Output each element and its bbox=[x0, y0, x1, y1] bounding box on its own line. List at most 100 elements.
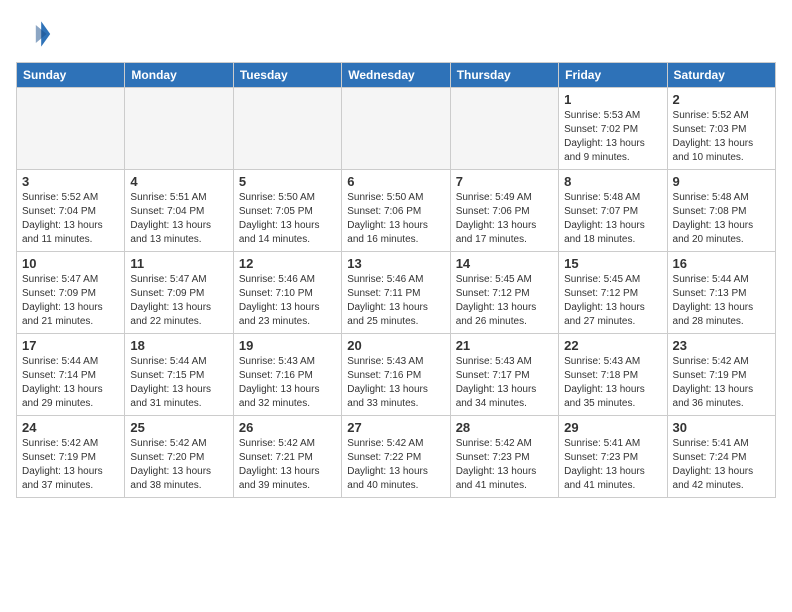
day-info: Sunrise: 5:52 AM Sunset: 7:03 PM Dayligh… bbox=[673, 109, 770, 165]
weekday-header-thursday: Thursday bbox=[450, 63, 558, 88]
weekday-header-monday: Monday bbox=[125, 63, 233, 88]
day-info: Sunrise: 5:51 AM Sunset: 7:04 PM Dayligh… bbox=[130, 191, 227, 247]
day-number: 29 bbox=[564, 420, 661, 435]
weekday-header-sunday: Sunday bbox=[17, 63, 125, 88]
calendar-cell: 7 Sunrise: 5:49 AM Sunset: 7:06 PM Dayli… bbox=[450, 170, 558, 252]
calendar-cell: 4 Sunrise: 5:51 AM Sunset: 7:04 PM Dayli… bbox=[125, 170, 233, 252]
calendar-cell: 1 Sunrise: 5:53 AM Sunset: 7:02 PM Dayli… bbox=[559, 88, 667, 170]
logo bbox=[16, 16, 56, 52]
day-number: 15 bbox=[564, 256, 661, 271]
calendar-cell: 8 Sunrise: 5:48 AM Sunset: 7:07 PM Dayli… bbox=[559, 170, 667, 252]
day-info: Sunrise: 5:48 AM Sunset: 7:07 PM Dayligh… bbox=[564, 191, 661, 247]
calendar-cell: 13 Sunrise: 5:46 AM Sunset: 7:11 PM Dayl… bbox=[342, 252, 450, 334]
day-info: Sunrise: 5:41 AM Sunset: 7:23 PM Dayligh… bbox=[564, 437, 661, 493]
day-info: Sunrise: 5:46 AM Sunset: 7:10 PM Dayligh… bbox=[239, 273, 336, 329]
day-info: Sunrise: 5:44 AM Sunset: 7:13 PM Dayligh… bbox=[673, 273, 770, 329]
day-number: 12 bbox=[239, 256, 336, 271]
day-info: Sunrise: 5:41 AM Sunset: 7:24 PM Dayligh… bbox=[673, 437, 770, 493]
calendar-cell: 14 Sunrise: 5:45 AM Sunset: 7:12 PM Dayl… bbox=[450, 252, 558, 334]
day-number: 11 bbox=[130, 256, 227, 271]
calendar-cell: 26 Sunrise: 5:42 AM Sunset: 7:21 PM Dayl… bbox=[233, 416, 341, 498]
calendar-cell: 22 Sunrise: 5:43 AM Sunset: 7:18 PM Dayl… bbox=[559, 334, 667, 416]
day-number: 8 bbox=[564, 174, 661, 189]
calendar-cell bbox=[450, 88, 558, 170]
day-info: Sunrise: 5:42 AM Sunset: 7:19 PM Dayligh… bbox=[22, 437, 119, 493]
day-number: 9 bbox=[673, 174, 770, 189]
day-info: Sunrise: 5:47 AM Sunset: 7:09 PM Dayligh… bbox=[22, 273, 119, 329]
day-info: Sunrise: 5:48 AM Sunset: 7:08 PM Dayligh… bbox=[673, 191, 770, 247]
calendar-cell: 3 Sunrise: 5:52 AM Sunset: 7:04 PM Dayli… bbox=[17, 170, 125, 252]
day-number: 23 bbox=[673, 338, 770, 353]
day-info: Sunrise: 5:42 AM Sunset: 7:21 PM Dayligh… bbox=[239, 437, 336, 493]
calendar-cell: 28 Sunrise: 5:42 AM Sunset: 7:23 PM Dayl… bbox=[450, 416, 558, 498]
calendar-cell bbox=[125, 88, 233, 170]
day-info: Sunrise: 5:49 AM Sunset: 7:06 PM Dayligh… bbox=[456, 191, 553, 247]
calendar-cell: 12 Sunrise: 5:46 AM Sunset: 7:10 PM Dayl… bbox=[233, 252, 341, 334]
day-number: 13 bbox=[347, 256, 444, 271]
calendar-cell: 15 Sunrise: 5:45 AM Sunset: 7:12 PM Dayl… bbox=[559, 252, 667, 334]
day-number: 20 bbox=[347, 338, 444, 353]
day-info: Sunrise: 5:42 AM Sunset: 7:19 PM Dayligh… bbox=[673, 355, 770, 411]
calendar-cell bbox=[17, 88, 125, 170]
day-number: 30 bbox=[673, 420, 770, 435]
calendar-table: SundayMondayTuesdayWednesdayThursdayFrid… bbox=[16, 62, 776, 498]
calendar-cell: 27 Sunrise: 5:42 AM Sunset: 7:22 PM Dayl… bbox=[342, 416, 450, 498]
calendar-cell: 17 Sunrise: 5:44 AM Sunset: 7:14 PM Dayl… bbox=[17, 334, 125, 416]
calendar-week-4: 17 Sunrise: 5:44 AM Sunset: 7:14 PM Dayl… bbox=[17, 334, 776, 416]
calendar-cell: 23 Sunrise: 5:42 AM Sunset: 7:19 PM Dayl… bbox=[667, 334, 775, 416]
day-info: Sunrise: 5:43 AM Sunset: 7:16 PM Dayligh… bbox=[239, 355, 336, 411]
day-number: 28 bbox=[456, 420, 553, 435]
day-info: Sunrise: 5:45 AM Sunset: 7:12 PM Dayligh… bbox=[564, 273, 661, 329]
calendar-cell: 29 Sunrise: 5:41 AM Sunset: 7:23 PM Dayl… bbox=[559, 416, 667, 498]
calendar-cell: 20 Sunrise: 5:43 AM Sunset: 7:16 PM Dayl… bbox=[342, 334, 450, 416]
day-info: Sunrise: 5:43 AM Sunset: 7:16 PM Dayligh… bbox=[347, 355, 444, 411]
weekday-header-tuesday: Tuesday bbox=[233, 63, 341, 88]
weekday-header-wednesday: Wednesday bbox=[342, 63, 450, 88]
calendar-week-3: 10 Sunrise: 5:47 AM Sunset: 7:09 PM Dayl… bbox=[17, 252, 776, 334]
day-info: Sunrise: 5:42 AM Sunset: 7:20 PM Dayligh… bbox=[130, 437, 227, 493]
calendar-cell: 16 Sunrise: 5:44 AM Sunset: 7:13 PM Dayl… bbox=[667, 252, 775, 334]
calendar-cell: 18 Sunrise: 5:44 AM Sunset: 7:15 PM Dayl… bbox=[125, 334, 233, 416]
calendar-week-5: 24 Sunrise: 5:42 AM Sunset: 7:19 PM Dayl… bbox=[17, 416, 776, 498]
calendar-cell bbox=[233, 88, 341, 170]
day-info: Sunrise: 5:46 AM Sunset: 7:11 PM Dayligh… bbox=[347, 273, 444, 329]
day-number: 18 bbox=[130, 338, 227, 353]
day-number: 1 bbox=[564, 92, 661, 107]
day-number: 6 bbox=[347, 174, 444, 189]
calendar-cell: 11 Sunrise: 5:47 AM Sunset: 7:09 PM Dayl… bbox=[125, 252, 233, 334]
calendar-cell: 10 Sunrise: 5:47 AM Sunset: 7:09 PM Dayl… bbox=[17, 252, 125, 334]
calendar-cell: 24 Sunrise: 5:42 AM Sunset: 7:19 PM Dayl… bbox=[17, 416, 125, 498]
day-number: 25 bbox=[130, 420, 227, 435]
day-info: Sunrise: 5:44 AM Sunset: 7:14 PM Dayligh… bbox=[22, 355, 119, 411]
day-number: 16 bbox=[673, 256, 770, 271]
day-number: 22 bbox=[564, 338, 661, 353]
calendar-cell: 2 Sunrise: 5:52 AM Sunset: 7:03 PM Dayli… bbox=[667, 88, 775, 170]
day-number: 5 bbox=[239, 174, 336, 189]
logo-icon bbox=[16, 16, 52, 52]
day-number: 3 bbox=[22, 174, 119, 189]
day-info: Sunrise: 5:50 AM Sunset: 7:06 PM Dayligh… bbox=[347, 191, 444, 247]
day-number: 21 bbox=[456, 338, 553, 353]
day-number: 14 bbox=[456, 256, 553, 271]
day-number: 7 bbox=[456, 174, 553, 189]
day-info: Sunrise: 5:53 AM Sunset: 7:02 PM Dayligh… bbox=[564, 109, 661, 165]
day-number: 24 bbox=[22, 420, 119, 435]
calendar-cell: 6 Sunrise: 5:50 AM Sunset: 7:06 PM Dayli… bbox=[342, 170, 450, 252]
day-info: Sunrise: 5:42 AM Sunset: 7:23 PM Dayligh… bbox=[456, 437, 553, 493]
day-number: 10 bbox=[22, 256, 119, 271]
calendar-cell: 19 Sunrise: 5:43 AM Sunset: 7:16 PM Dayl… bbox=[233, 334, 341, 416]
day-number: 4 bbox=[130, 174, 227, 189]
day-info: Sunrise: 5:47 AM Sunset: 7:09 PM Dayligh… bbox=[130, 273, 227, 329]
calendar-week-2: 3 Sunrise: 5:52 AM Sunset: 7:04 PM Dayli… bbox=[17, 170, 776, 252]
calendar-cell: 21 Sunrise: 5:43 AM Sunset: 7:17 PM Dayl… bbox=[450, 334, 558, 416]
day-number: 2 bbox=[673, 92, 770, 107]
calendar-cell bbox=[342, 88, 450, 170]
calendar-cell: 5 Sunrise: 5:50 AM Sunset: 7:05 PM Dayli… bbox=[233, 170, 341, 252]
day-info: Sunrise: 5:45 AM Sunset: 7:12 PM Dayligh… bbox=[456, 273, 553, 329]
day-info: Sunrise: 5:43 AM Sunset: 7:17 PM Dayligh… bbox=[456, 355, 553, 411]
weekday-header-row: SundayMondayTuesdayWednesdayThursdayFrid… bbox=[17, 63, 776, 88]
day-info: Sunrise: 5:43 AM Sunset: 7:18 PM Dayligh… bbox=[564, 355, 661, 411]
weekday-header-friday: Friday bbox=[559, 63, 667, 88]
calendar-cell: 25 Sunrise: 5:42 AM Sunset: 7:20 PM Dayl… bbox=[125, 416, 233, 498]
day-info: Sunrise: 5:50 AM Sunset: 7:05 PM Dayligh… bbox=[239, 191, 336, 247]
